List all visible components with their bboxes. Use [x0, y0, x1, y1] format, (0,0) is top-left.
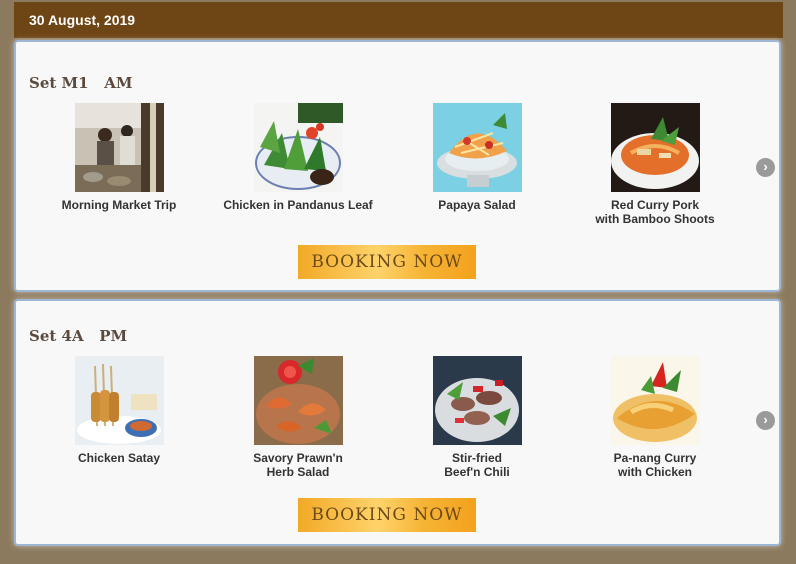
set-panel-4a: Set 4A PM Chicken Satay Savory Prawn'n H… [14, 299, 781, 546]
menu-item[interactable]: Chicken in Pandanus Leaf [213, 103, 383, 212]
prawn-salad-photo[interactable] [253, 356, 343, 445]
booking-now-button[interactable]: BOOKING NOW [298, 498, 476, 532]
next-arrow-icon[interactable]: › [756, 158, 775, 177]
item-label: Chicken Satay [77, 451, 161, 465]
next-arrow-icon[interactable]: › [756, 411, 775, 430]
red-curry-photo[interactable] [610, 103, 700, 192]
menu-item[interactable]: Savory Prawn'n Herb Salad [213, 356, 383, 479]
item-label: Stir-fried Beef'n Chili [444, 451, 510, 479]
item-label: Papaya Salad [438, 198, 516, 212]
market-photo[interactable] [74, 103, 164, 192]
date-header: 30 August, 2019 [14, 2, 783, 38]
pandanus-chicken-photo[interactable] [253, 103, 343, 192]
menu-item[interactable]: Red Curry Pork with Bamboo Shoots [570, 103, 740, 226]
set-panel-m1: Set M1 AM Morning Market Trip Chicken in… [14, 40, 781, 292]
booking-now-button[interactable]: BOOKING NOW [298, 245, 476, 279]
panang-curry-photo[interactable] [610, 356, 700, 445]
set-title: Set 4A PM [29, 327, 128, 345]
menu-item[interactable]: Morning Market Trip [34, 103, 204, 212]
item-label: Red Curry Pork with Bamboo Shoots [595, 198, 715, 226]
beef-chili-photo[interactable] [432, 356, 522, 445]
menu-item[interactable]: Pa-nang Curry with Chicken [570, 356, 740, 479]
menu-item[interactable]: Stir-fried Beef'n Chili [392, 356, 562, 479]
satay-photo[interactable] [74, 356, 164, 445]
item-label: Chicken in Pandanus Leaf [223, 198, 373, 212]
item-label: Pa-nang Curry with Chicken [613, 451, 697, 479]
menu-item[interactable]: Papaya Salad [392, 103, 562, 212]
item-label: Morning Market Trip [61, 198, 177, 212]
item-label: Savory Prawn'n Herb Salad [253, 451, 343, 479]
menu-item[interactable]: Chicken Satay [34, 356, 204, 465]
papaya-salad-photo[interactable] [432, 103, 522, 192]
set-title: Set M1 AM [29, 74, 133, 92]
